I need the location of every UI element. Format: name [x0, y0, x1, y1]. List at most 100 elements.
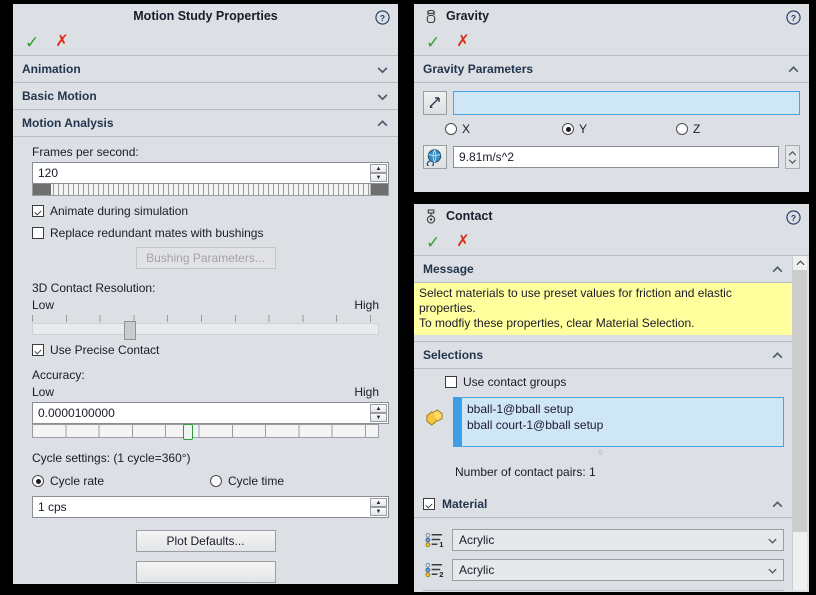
- use-contact-groups-row[interactable]: Use contact groups: [445, 375, 784, 389]
- animate-during-simulation-checkbox[interactable]: [32, 205, 44, 217]
- axis-x-radio[interactable]: [445, 123, 457, 135]
- check-icon[interactable]: ✓: [426, 34, 440, 51]
- contact-resolution-slider-handle[interactable]: [123, 321, 136, 340]
- cycle-rate-input[interactable]: 1 cps: [32, 496, 389, 518]
- frames-per-second-stepper[interactable]: ▲ ▼: [370, 164, 387, 182]
- x-icon[interactable]: ✗: [55, 34, 68, 50]
- contact-icon: [424, 209, 438, 234]
- accuracy-input[interactable]: 0.0000100000: [32, 402, 389, 424]
- group-header-message[interactable]: Message: [414, 256, 793, 283]
- contact-resolution-slider[interactable]: [32, 321, 379, 340]
- cycle-rate-option[interactable]: Cycle rate: [32, 474, 210, 488]
- gravity-magnitude-stepper[interactable]: [785, 145, 800, 169]
- gravity-magnitude-input[interactable]: 9.81m/s^2: [453, 146, 779, 168]
- selection-list-box[interactable]: bball-1@bball setup bball court-1@bball …: [453, 397, 784, 447]
- gravity-axis-radios: X Y Z: [445, 122, 800, 136]
- selections-group-label: Selections: [423, 348, 484, 362]
- chevron-down-icon[interactable]: [376, 90, 389, 103]
- confirm-bar: ✓ ✗: [13, 29, 398, 56]
- chevron-up-icon[interactable]: [771, 349, 784, 362]
- contact-pairs-count: Number of contact pairs: 1: [455, 465, 596, 479]
- use-precise-contact-row[interactable]: Use Precise Contact: [32, 343, 389, 357]
- x-icon[interactable]: ✗: [456, 234, 469, 250]
- animate-during-simulation-row[interactable]: Animate during simulation: [32, 204, 389, 218]
- group-header-gravity-parameters[interactable]: Gravity Parameters: [414, 56, 809, 83]
- stepper-up-icon[interactable]: ▲: [370, 498, 387, 507]
- replace-redundant-mates-row[interactable]: Replace redundant mates with bushings: [32, 226, 389, 240]
- help-circle-icon[interactable]: ?: [786, 209, 801, 225]
- cycle-rate-radio[interactable]: [32, 475, 44, 487]
- selection-list-row: bball-1@bball setup bball court-1@bball …: [423, 397, 784, 447]
- contact-resolution-low-label: Low: [32, 298, 55, 312]
- cycle-time-label: Cycle time: [228, 474, 285, 488]
- chevron-up-icon[interactable]: [771, 263, 784, 276]
- group-header-selections[interactable]: Selections: [414, 342, 793, 369]
- svg-text:2: 2: [439, 570, 443, 578]
- scrollbar-thumb[interactable]: [793, 270, 807, 532]
- use-contact-groups-checkbox[interactable]: [445, 376, 457, 388]
- resize-grip-icon[interactable]: ○: [423, 448, 778, 457]
- gravity-reference-selection-box[interactable]: [453, 91, 800, 115]
- panel-title-bar: Motion Study Properties ?: [13, 4, 398, 29]
- group-header-animation[interactable]: Animation: [13, 56, 398, 83]
- chevron-up-icon[interactable]: [376, 117, 389, 130]
- use-precise-contact-checkbox[interactable]: [32, 344, 44, 356]
- gravity-magnitude-row: 9.81m/s^2: [423, 145, 800, 169]
- gravity-parameters-label: Gravity Parameters: [423, 62, 534, 76]
- group-header-motion-analysis[interactable]: Motion Analysis: [13, 110, 398, 137]
- frames-per-second-input[interactable]: 120: [32, 162, 389, 184]
- axis-y-radio[interactable]: [562, 123, 574, 135]
- chevron-down-icon[interactable]: [376, 63, 389, 76]
- chevron-up-icon[interactable]: [787, 63, 800, 76]
- help-circle-icon[interactable]: ?: [786, 9, 801, 25]
- check-icon[interactable]: ✓: [426, 234, 440, 251]
- list-item[interactable]: bball-1@bball setup: [467, 401, 778, 417]
- gravity-title-bar: Gravity ?: [414, 4, 809, 29]
- bushing-parameters-button: Bushing Parameters...: [135, 247, 276, 269]
- partial-button-below[interactable]: [135, 561, 276, 583]
- stepper-up-icon[interactable]: ▲: [370, 164, 387, 173]
- list-item[interactable]: bball court-1@bball setup: [467, 417, 778, 433]
- stepper-down-icon[interactable]: ▼: [370, 413, 387, 422]
- replace-redundant-mates-checkbox[interactable]: [32, 227, 44, 239]
- plot-defaults-button[interactable]: Plot Defaults...: [135, 530, 276, 552]
- gravity-icon: [424, 9, 438, 34]
- check-icon[interactable]: ✓: [25, 34, 39, 51]
- material-2-dropdown[interactable]: Acrylic: [452, 559, 784, 581]
- chevron-down-icon[interactable]: [767, 565, 778, 576]
- axis-z-radio[interactable]: [676, 123, 688, 135]
- material-1-dropdown[interactable]: Acrylic: [452, 529, 784, 551]
- cycle-time-radio[interactable]: [210, 475, 222, 487]
- accuracy-slider-handle[interactable]: [183, 424, 194, 440]
- group-label-animation: Animation: [22, 62, 81, 76]
- axis-option-x[interactable]: X: [445, 122, 562, 136]
- accuracy-stepper[interactable]: ▲ ▼: [370, 404, 387, 422]
- group-label-basic-motion: Basic Motion: [22, 89, 97, 103]
- scroll-up-icon[interactable]: [793, 256, 807, 270]
- accuracy-low-label: Low: [32, 385, 55, 399]
- chevron-down-icon[interactable]: [767, 535, 778, 546]
- select-direction-icon[interactable]: [423, 91, 447, 115]
- help-circle-icon[interactable]: ?: [375, 9, 390, 25]
- material-1-value: Acrylic: [459, 533, 495, 547]
- group-header-basic-motion[interactable]: Basic Motion: [13, 83, 398, 110]
- numeric-globe-icon[interactable]: [423, 145, 447, 169]
- axis-option-y[interactable]: Y: [562, 122, 676, 136]
- contact-resolution-range-labels: Low High: [32, 298, 379, 312]
- stepper-down-icon[interactable]: ▼: [370, 507, 387, 516]
- stepper-up-icon[interactable]: ▲: [370, 404, 387, 413]
- group-header-material[interactable]: Material: [414, 491, 793, 518]
- material-enable-checkbox[interactable]: [423, 498, 435, 510]
- accuracy-slider[interactable]: [32, 424, 379, 440]
- contact-scrollbar[interactable]: [792, 256, 807, 590]
- stepper-down-icon[interactable]: ▼: [370, 173, 387, 182]
- divider: [423, 590, 784, 591]
- x-icon[interactable]: ✗: [456, 34, 469, 50]
- cycle-time-option[interactable]: Cycle time: [210, 474, 284, 488]
- contact-resolution-high-label: High: [354, 298, 379, 312]
- chevron-up-icon[interactable]: [771, 498, 784, 511]
- contact-panel: Contact ? ✓ ✗ Message Select materials t…: [414, 204, 809, 592]
- axis-option-z[interactable]: Z: [676, 122, 700, 136]
- cycle-rate-stepper[interactable]: ▲ ▼: [370, 498, 387, 516]
- axis-y-label: Y: [579, 122, 588, 136]
